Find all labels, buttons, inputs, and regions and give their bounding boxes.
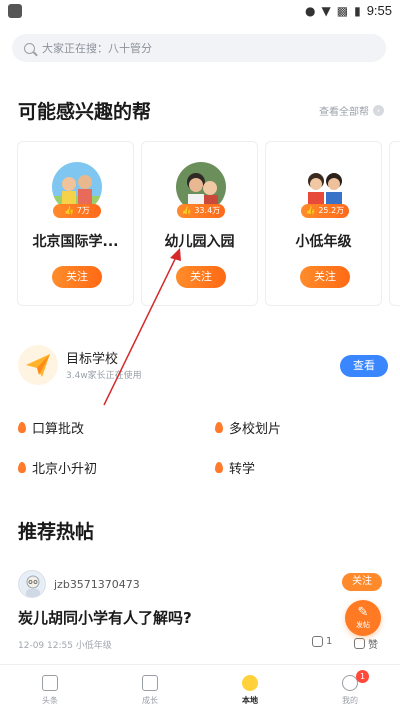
target-school-subtitle: 3.4w家长正在使用 xyxy=(66,371,142,381)
smiley-icon xyxy=(242,675,258,691)
search-bar[interactable]: 大家正在搜：八十管分 xyxy=(12,34,386,62)
tool-label: 口算批改 xyxy=(32,422,85,437)
compose-label: 发帖 xyxy=(356,621,370,629)
member-count-badge: 👍 25.2万 xyxy=(301,204,349,218)
tool-label: 北京小升初 xyxy=(32,462,98,477)
group-card-partial[interactable] xyxy=(389,141,400,306)
comment-icon xyxy=(312,636,323,647)
status-icons: ● ▼ ▩ ▮ 9:55 xyxy=(305,3,392,18)
fire-icon xyxy=(18,422,26,433)
follow-button[interactable]: 关注 xyxy=(52,266,102,288)
tab-label: 成长 xyxy=(142,696,158,705)
tab-label: 头条 xyxy=(42,696,58,705)
view-button[interactable]: 查看 xyxy=(340,355,388,377)
post-username[interactable]: jzb3571370473 xyxy=(54,578,140,591)
fire-icon xyxy=(215,422,223,433)
bottom-tab-bar: 头条 成长 本地 1 我的 xyxy=(0,664,400,711)
app-notification-icon xyxy=(8,4,22,18)
comment-count: 1 xyxy=(326,636,333,647)
fire-icon xyxy=(215,462,223,473)
tab-growth[interactable]: 成长 xyxy=(100,665,200,711)
signal-icon: ▩ xyxy=(336,3,349,18)
book-icon xyxy=(142,675,158,691)
like-button[interactable]: 赞 xyxy=(354,636,378,651)
comment-button[interactable]: 1 xyxy=(312,636,332,647)
notification-badge: 1 xyxy=(356,670,369,683)
see-all-label: 查看全部帮 xyxy=(319,107,369,118)
thumbs-up-icon xyxy=(354,638,365,649)
compose-post-button[interactable]: ✎ 发帖 xyxy=(345,600,381,636)
status-bar: ● ▼ ▩ ▮ 9:55 xyxy=(0,0,400,24)
group-name: 幼儿园入园 xyxy=(164,234,235,250)
interest-section-title: 可能感兴趣的帮 xyxy=(18,101,152,123)
tab-label: 本地 xyxy=(242,696,258,705)
search-icon xyxy=(24,42,35,54)
wifi-icon: ▼ xyxy=(321,3,331,18)
group-card[interactable]: 👍 33.4万 幼儿园入园 关注 xyxy=(141,141,258,306)
target-school-row[interactable]: 目标学校 3.4w家长正在使用 查看 xyxy=(18,345,388,387)
group-name: 北京国际学... xyxy=(32,234,119,250)
member-count-badge: 👍 7万 xyxy=(53,204,101,218)
tool-item[interactable]: 多校划片 xyxy=(215,418,281,437)
paper-plane-icon xyxy=(18,345,58,385)
chevron-right-icon: › xyxy=(373,105,384,116)
search-placeholder: 大家正在搜：八十管分 xyxy=(42,42,152,55)
like-label: 赞 xyxy=(368,640,378,651)
fire-icon xyxy=(18,462,26,473)
avatar xyxy=(18,570,46,598)
tool-label: 多校划片 xyxy=(229,422,282,437)
follow-button[interactable]: 关注 xyxy=(300,266,350,288)
tab-me[interactable]: 1 我的 xyxy=(300,665,400,711)
group-cards: 👍 7万 北京国际学... 关注 👍 33.4万 幼儿园入园 关注 👍 25.2… xyxy=(0,141,400,306)
tool-item[interactable]: 转学 xyxy=(215,458,255,477)
post-meta: 12-09 12:55 小低年级 xyxy=(18,641,112,651)
pencil-icon: ✎ xyxy=(357,605,369,620)
tool-label: 转学 xyxy=(229,462,256,477)
tab-headlines[interactable]: 头条 xyxy=(0,665,100,711)
group-name: 小低年级 xyxy=(295,234,352,250)
location-icon: ● xyxy=(305,3,316,18)
follow-button[interactable]: 关注 xyxy=(342,573,382,591)
follow-button[interactable]: 关注 xyxy=(176,266,226,288)
member-count-badge: 👍 33.4万 xyxy=(177,204,225,218)
group-card[interactable]: 👍 25.2万 小低年级 关注 xyxy=(265,141,382,306)
tab-label: 我的 xyxy=(342,696,358,705)
hot-section-title: 推荐热帖 xyxy=(18,521,95,543)
see-all-link[interactable]: 查看全部帮 › xyxy=(319,103,384,118)
status-time: 9:55 xyxy=(366,3,392,18)
tool-item[interactable]: 口算批改 xyxy=(18,418,84,437)
tab-local[interactable]: 本地 xyxy=(200,665,300,711)
group-card[interactable]: 👍 7万 北京国际学... 关注 xyxy=(17,141,134,306)
target-school-title: 目标学校 xyxy=(66,352,119,367)
news-icon xyxy=(42,675,58,691)
battery-icon: ▮ xyxy=(354,3,361,18)
tool-item[interactable]: 北京小升初 xyxy=(18,458,97,477)
post-title[interactable]: 炭儿胡同小学有人了解吗? xyxy=(18,607,192,628)
